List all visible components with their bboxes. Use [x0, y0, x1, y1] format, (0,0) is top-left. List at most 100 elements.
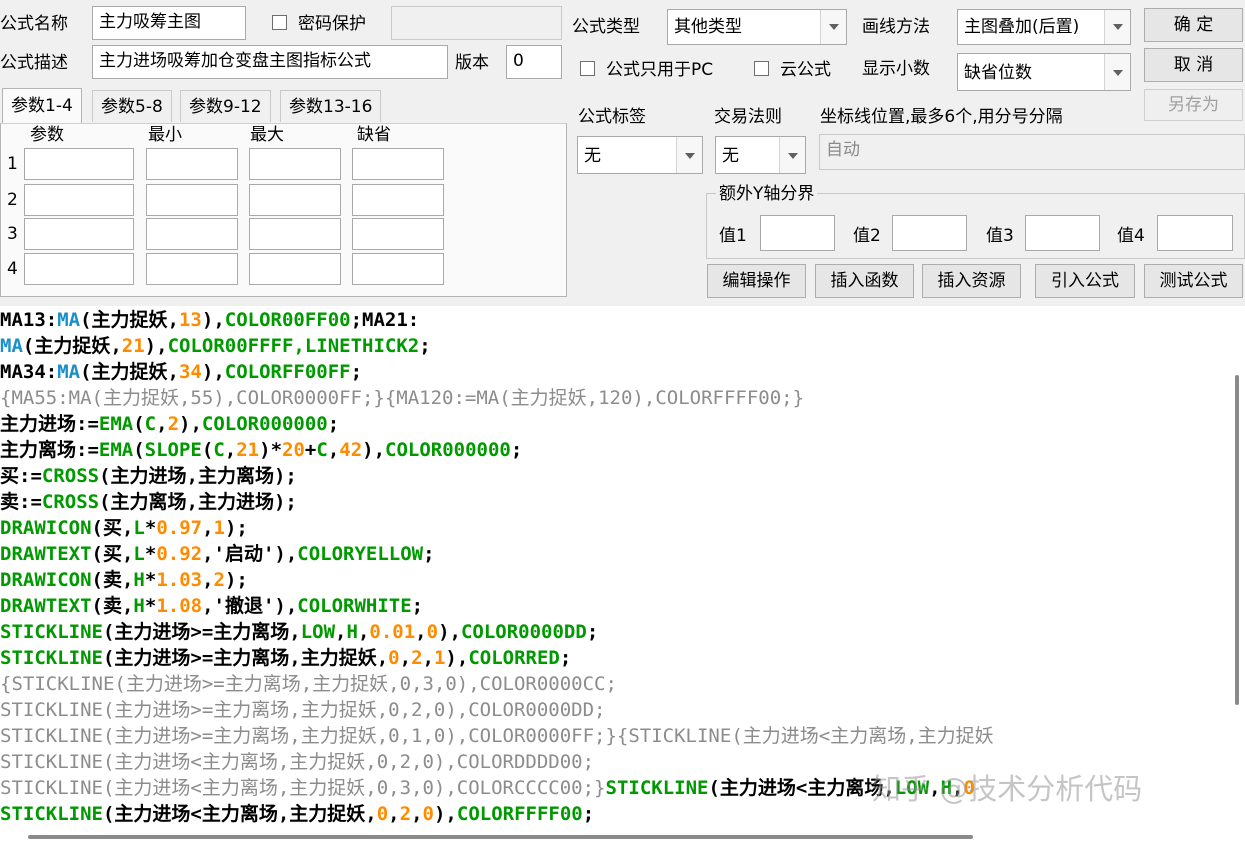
code-line[interactable]: STICKLINE(主力进场<主力离场,主力捉妖,0,2,0),COLORFFF… — [0, 801, 594, 826]
chevron-down-icon[interactable] — [676, 137, 702, 173]
param-3-max[interactable] — [249, 218, 341, 250]
insert-function-button[interactable]: 插入函数 — [815, 264, 914, 298]
code-token: {STICKLINE(主力进场>=主力离场,主力捉妖,0,3,0),COLOR0… — [0, 673, 617, 695]
code-token: COLOR000000 — [385, 439, 511, 461]
trade-rule-select[interactable]: 无 — [715, 136, 806, 174]
formula-type-select[interactable]: 其他类型 — [667, 9, 847, 45]
param-1-min[interactable] — [146, 148, 238, 180]
code-token: (主力离场,主力进场); — [99, 491, 297, 513]
decimals-value: 缺省位数 — [964, 63, 1032, 83]
param-1-default[interactable] — [352, 148, 444, 180]
code-line[interactable]: DRAWTEXT(买,L*0.92,'启动'),COLORYELLOW; — [0, 541, 435, 567]
code-line[interactable]: DRAWICON(买,L*0.97,1); — [0, 515, 248, 541]
code-token: 0.92 — [156, 543, 203, 565]
formula-name-input[interactable]: 主力吸筹主图 — [92, 6, 246, 40]
coord-lines-input[interactable]: 自动 — [819, 134, 1245, 170]
param-1-max[interactable] — [249, 148, 341, 180]
param-3-default[interactable] — [352, 218, 444, 250]
chevron-down-icon[interactable] — [1104, 10, 1130, 44]
code-line[interactable]: MA13:MA(主力捉妖,13),COLOR00FF00;MA21: — [0, 307, 419, 333]
code-line[interactable]: STICKLINE(主力进场<主力离场,主力捉妖,0,3,0),COLORCCC… — [0, 775, 975, 801]
code-token: 1 — [433, 647, 446, 669]
code-token: DRAWICON — [0, 569, 92, 591]
param-2-max[interactable] — [249, 184, 341, 216]
param-4-max[interactable] — [249, 253, 341, 285]
code-line[interactable]: DRAWTEXT(卖,H*1.08,'撤退'),COLORWHITE; — [0, 593, 423, 619]
code-line[interactable]: STICKLINE(主力进场>=主力离场,主力捉妖,0,2,0),COLOR00… — [0, 697, 606, 723]
param-1-name[interactable] — [24, 148, 134, 180]
import-formula-button[interactable]: 引入公式 — [1035, 264, 1135, 298]
insert-resource-button[interactable]: 插入资源 — [922, 264, 1021, 298]
value2-input[interactable] — [892, 215, 967, 251]
code-token: COLOR000000 — [201, 413, 328, 435]
param-4-name[interactable] — [24, 253, 134, 285]
save-as-button[interactable]: 另存为 — [1144, 89, 1243, 121]
code-line[interactable]: STICKLINE(主力进场>=主力离场,LOW,H,0.01,0),COLOR… — [0, 619, 598, 645]
code-token: C — [213, 439, 225, 461]
code-line[interactable]: 买:=CROSS(主力进场,主力离场); — [0, 463, 297, 489]
draw-method-select[interactable]: 主图叠加(后置) — [957, 9, 1131, 45]
formula-desc-input[interactable]: 主力进场吸筹加仓变盘主图指标公式 — [92, 45, 448, 79]
version-input[interactable]: 0 — [506, 45, 562, 79]
code-token: {MA55:MA(主力捉妖,55),COLOR0000FF;}{MA120:=M… — [0, 387, 805, 409]
ok-button[interactable]: 确 定 — [1144, 8, 1243, 42]
password-input[interactable] — [391, 6, 562, 40]
chevron-down-icon[interactable] — [779, 137, 805, 173]
code-token: DRAWICON — [0, 517, 92, 539]
tab-params-5-8[interactable]: 参数5-8 — [92, 90, 172, 122]
param-4-default[interactable] — [352, 253, 444, 285]
code-token: (主力进场<主力离场, — [708, 777, 895, 799]
code-token: 买:= — [0, 465, 42, 487]
param-2-min[interactable] — [146, 184, 238, 216]
chevron-down-icon[interactable] — [1104, 54, 1130, 90]
value4-input[interactable] — [1157, 215, 1233, 251]
code-line[interactable]: STICKLINE(主力进场>=主力离场,主力捉妖,0,1,0),COLOR00… — [0, 723, 994, 749]
code-line[interactable]: DRAWICON(卖,H*1.03,2); — [0, 567, 248, 593]
tab-params-1-4[interactable]: 参数1-4 — [2, 88, 82, 124]
code-line[interactable]: 主力离场:=EMA(SLOPE(C,21)*20+C,42),COLOR0000… — [0, 437, 522, 463]
cloud-formula-checkbox[interactable] — [754, 61, 769, 76]
code-line[interactable]: {MA55:MA(主力捉妖,55),COLOR0000FF;}{MA120:=M… — [0, 385, 804, 411]
code-token: H — [133, 595, 145, 617]
params-header-max: 最大 — [250, 125, 284, 145]
horizontal-scrollbar[interactable] — [0, 826, 1225, 842]
code-token: , — [327, 439, 340, 461]
code-line[interactable]: MA(主力捉妖,21),COLOR00FFFF,LINETHICK2; — [0, 333, 431, 359]
chevron-down-icon[interactable] — [820, 10, 846, 44]
tab-params-9-12[interactable]: 参数9-12 — [180, 90, 271, 122]
param-3-min[interactable] — [146, 218, 238, 250]
password-label: 密码保护 — [298, 14, 366, 34]
param-4-min[interactable] — [146, 253, 238, 285]
code-token: ,'撤退'), — [202, 595, 298, 617]
value3-input[interactable] — [1025, 215, 1100, 251]
code-line[interactable]: 主力进场:=EMA(C,2),COLOR000000; — [0, 411, 339, 437]
password-checkbox[interactable] — [272, 15, 287, 30]
code-token: ; — [510, 439, 523, 461]
param-2-default[interactable] — [352, 184, 444, 216]
params-header-min: 最小 — [148, 125, 182, 145]
code-token: COLOR00FF00 — [224, 309, 351, 331]
test-formula-button[interactable]: 测试公式 — [1144, 264, 1243, 298]
code-line[interactable]: STICKLINE(主力进场<主力离场,主力捉妖,0,2,0),COLORDDD… — [0, 749, 594, 775]
horizontal-scrollbar-thumb[interactable] — [28, 835, 973, 839]
code-line[interactable]: 卖:=CROSS(主力离场,主力进场); — [0, 489, 297, 515]
param-2-name[interactable] — [24, 184, 134, 216]
code-token: (主力进场>=主力离场, — [102, 621, 301, 643]
param-3-name[interactable] — [24, 218, 134, 250]
code-token: , — [422, 647, 434, 669]
cancel-button[interactable]: 取 消 — [1144, 48, 1243, 82]
decimals-select[interactable]: 缺省位数 — [957, 53, 1131, 91]
formula-tag-select[interactable]: 无 — [577, 136, 703, 174]
coord-lines-label: 坐标线位置,最多6个,用分号分隔 — [820, 107, 1063, 127]
code-editor[interactable]: MA13:MA(主力捉妖,13),COLOR00FF00;MA21: MA(主力捉… — [0, 306, 1225, 826]
edit-ops-button[interactable]: 编辑操作 — [707, 264, 806, 298]
vertical-scrollbar-thumb[interactable] — [1235, 375, 1239, 705]
code-token: 0 — [422, 803, 434, 825]
code-line[interactable]: STICKLINE(主力进场>=主力离场,主力捉妖,0,2,1),COLORRE… — [0, 645, 571, 671]
code-line[interactable]: {STICKLINE(主力进场>=主力离场,主力捉妖,0,3,0),COLOR0… — [0, 671, 617, 697]
pc-only-checkbox[interactable] — [580, 61, 595, 76]
value1-input[interactable] — [760, 215, 835, 251]
code-line[interactable]: MA34:MA(主力捉妖,34),COLORFF00FF; — [0, 359, 362, 385]
tab-params-13-16[interactable]: 参数13-16 — [280, 90, 382, 122]
code-token: 0 — [376, 803, 389, 825]
